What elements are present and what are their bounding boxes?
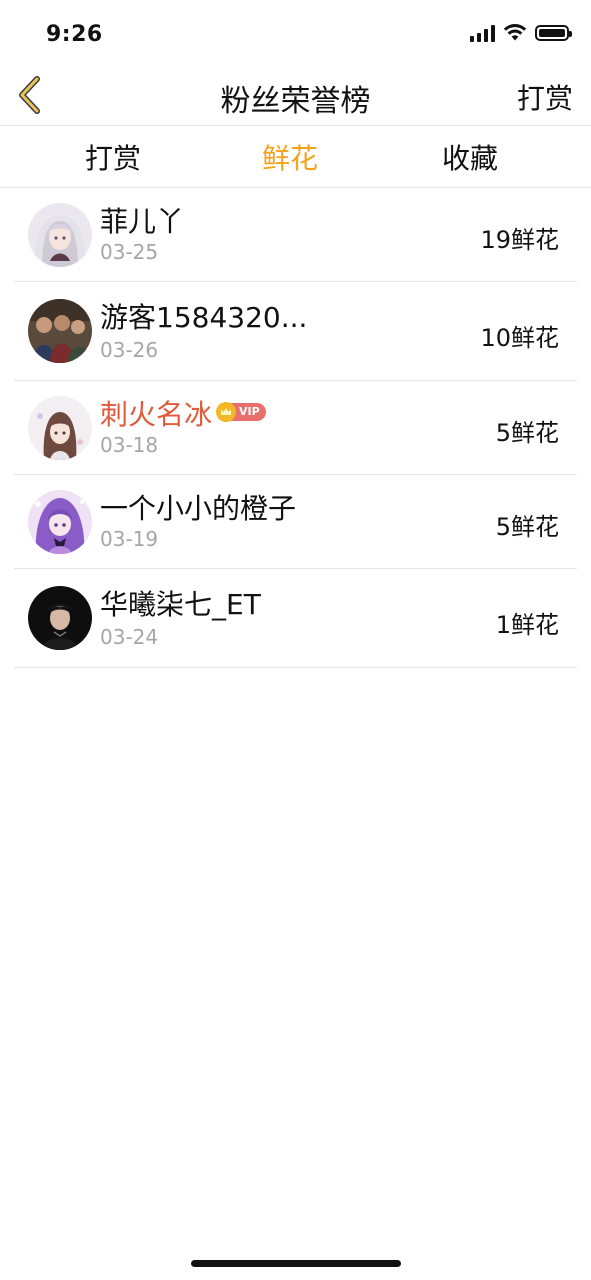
tab-bar: 打赏 鲜花 收藏 [0,126,591,188]
avatar [28,299,92,363]
fan-name: 游客1584320... [100,301,308,334]
fan-name: 菲儿丫 [100,205,185,238]
flower-count: 5鲜花 [495,419,559,447]
tab-flowers[interactable]: 鲜花 [262,137,318,177]
page-title: 粉丝荣誉榜 [220,84,371,119]
fan-date: 03-19 [100,527,159,551]
flower-count: 10鲜花 [480,324,559,352]
tab-favorites[interactable]: 收藏 [442,137,498,177]
avatar [28,490,92,554]
list-item[interactable]: 游客1584320... 03-26 10鲜花 [14,282,577,381]
list-item[interactable]: 刺火名冰 VIP 03-18 5鲜花 [14,381,577,475]
flower-count: 19鲜花 [480,226,559,254]
wifi-icon [503,24,527,41]
avatar [28,586,92,650]
fan-date: 03-25 [100,240,159,264]
fan-name: 华曦柒七_ET [100,588,261,621]
fan-list: 菲儿丫 03-25 19鲜花 游客1584320... 03-26 10鲜花 刺… [14,188,577,668]
home-indicator[interactable] [191,1260,401,1267]
nav-bar: 粉丝荣誉榜 打赏 [0,66,591,126]
fan-date: 03-18 [100,433,159,457]
list-item[interactable]: 菲儿丫 03-25 19鲜花 [14,188,577,282]
fan-name: 刺火名冰 VIP [100,393,266,433]
fan-date: 03-26 [100,338,159,362]
list-item[interactable]: 一个小小的橙子 03-19 5鲜花 [14,475,577,569]
status-bar: 9:26 [0,0,591,66]
status-icons [470,24,572,42]
status-time: 9:26 [46,22,103,47]
flower-count: 1鲜花 [495,611,559,639]
fan-name: 一个小小的橙子 [100,492,297,525]
crown-icon [216,402,237,422]
battery-icon [535,25,572,41]
reward-button[interactable]: 打赏 [517,77,573,117]
flower-count: 5鲜花 [495,513,559,541]
vip-badge: VIP [216,402,266,422]
tab-reward[interactable]: 打赏 [85,137,141,177]
fan-date: 03-24 [100,625,159,649]
avatar [28,203,92,267]
list-item[interactable]: 华曦柒七_ET 03-24 1鲜花 [14,569,577,668]
cellular-signal-icon [470,24,495,42]
fan-name-text: 刺火名冰 [100,398,213,431]
avatar [28,396,92,460]
